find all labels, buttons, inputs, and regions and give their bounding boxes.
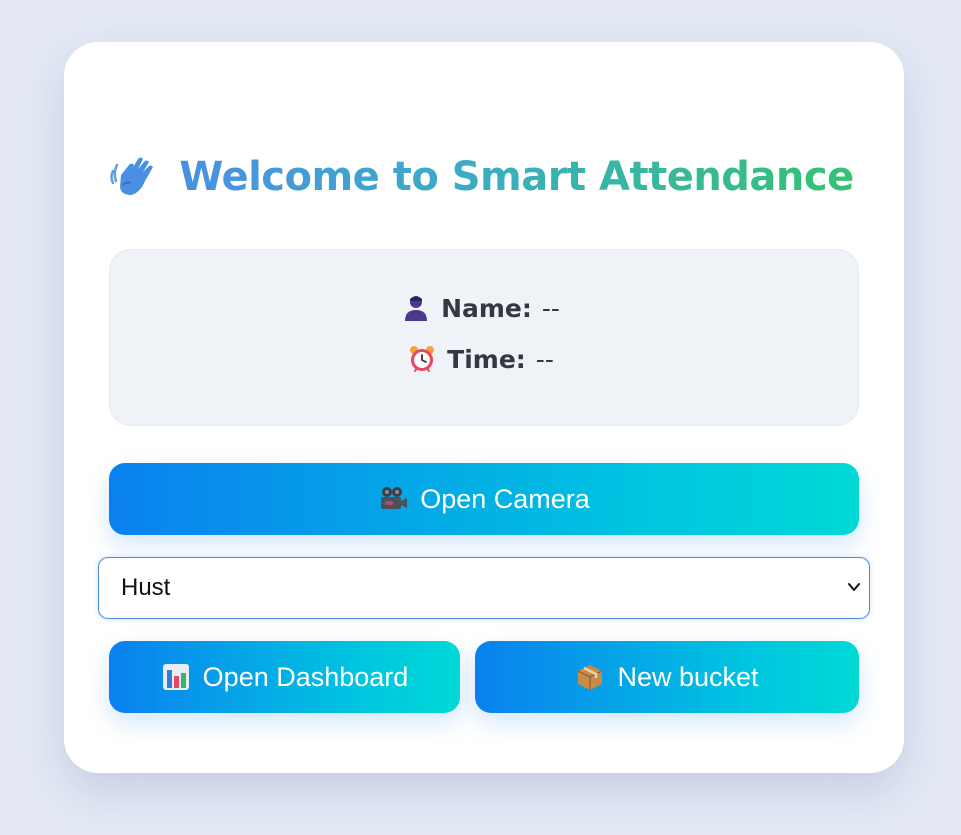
open-camera-button[interactable]: Open Camera <box>109 463 859 535</box>
name-label: Name: <box>441 293 532 323</box>
page-title: Welcome to Smart Attendance <box>179 154 854 200</box>
open-camera-label: Open Camera <box>420 483 590 514</box>
waving-hand-icon <box>110 157 154 195</box>
bucket-select-value: Hust <box>121 574 171 601</box>
video-camera-icon <box>381 487 408 509</box>
alarm-clock-icon <box>410 346 435 372</box>
time-label: Time: <box>447 344 526 374</box>
name-value: -- <box>541 293 560 323</box>
info-panel <box>109 249 859 426</box>
new-bucket-label: New bucket <box>617 661 759 692</box>
name-row: Name: -- <box>0 293 961 323</box>
bar-chart-icon <box>162 664 189 690</box>
time-value: -- <box>535 344 554 374</box>
title-row: Welcome to Smart Attendance <box>0 138 961 216</box>
open-dashboard-button[interactable]: Open Dashboard <box>109 641 460 713</box>
chevron-down-icon <box>848 583 860 591</box>
package-icon <box>578 665 603 690</box>
time-row: Time: -- <box>0 344 961 374</box>
new-bucket-button[interactable]: New bucket <box>475 641 859 713</box>
open-dashboard-label: Open Dashboard <box>202 661 409 692</box>
bucket-select[interactable]: Hust <box>98 557 870 619</box>
person-icon <box>405 296 428 321</box>
